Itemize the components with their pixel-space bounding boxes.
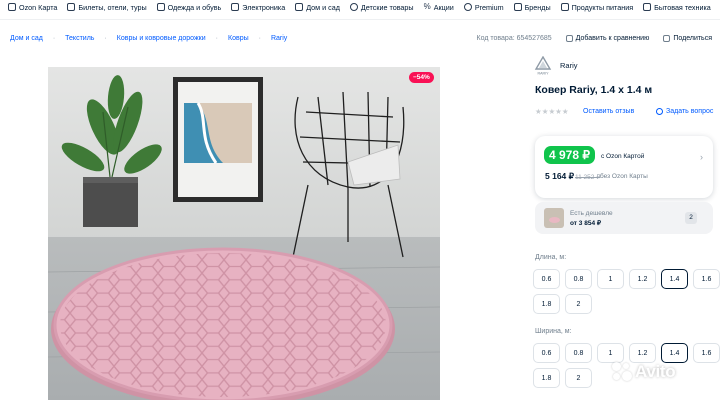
nav-item-clothes[interactable]: Одежда и обувь (156, 3, 221, 12)
length-option[interactable]: 0.8 (565, 269, 592, 289)
ticket-icon (67, 3, 76, 11)
width-option[interactable]: 0.6 (533, 343, 560, 363)
toy-icon (349, 3, 358, 11)
ask-question-link[interactable]: Задать вопрос (656, 108, 713, 115)
nav-item-brands[interactable]: Бренды (513, 3, 551, 12)
premium-icon (463, 3, 472, 11)
width-option[interactable]: 1 (597, 343, 624, 363)
brand-logo-text: RARIY (538, 72, 550, 76)
breadcrumb-separator: · (52, 35, 56, 42)
ozon-card-note: с Ozon Картой (601, 153, 645, 160)
brand-name[interactable]: Rariy (560, 61, 578, 70)
length-options: 0.6 0.8 1 1.2 1.4 1.6 1.8 2 (533, 269, 720, 314)
old-price: 11 252 ₽ (575, 174, 601, 181)
appliance-icon (643, 3, 652, 11)
breadcrumb-item[interactable]: Дом и сад (10, 35, 43, 42)
nav-item-home-garden[interactable]: Дом и сад (295, 3, 340, 12)
nav-item-ozon-card[interactable]: Ozon Карта (8, 3, 57, 12)
breadcrumb-item[interactable]: Ковры (228, 35, 249, 42)
nav-item-tickets[interactable]: Билеты, отели, туры (67, 3, 147, 12)
brand-logo-mark: RARIY (534, 56, 552, 76)
question-icon (656, 108, 663, 115)
width-option[interactable]: 1.4 (661, 343, 688, 363)
shirt-icon (156, 3, 165, 11)
house-icon (295, 3, 304, 11)
length-option[interactable]: 0.6 (533, 269, 560, 289)
width-label: Ширина, м: (535, 328, 572, 335)
breadcrumb: Дом и сад · Текстиль · Ковры и ковровые до… (10, 35, 287, 42)
chevron-right-icon: › (700, 152, 703, 162)
product-title: Ковер Rariy, 1.4 x 1.4 м (535, 84, 653, 96)
breadcrumb-item[interactable]: Текстиль (65, 35, 94, 42)
breadcrumb-separator: · (104, 35, 107, 42)
food-icon (560, 3, 569, 11)
cheaper-offers[interactable]: Есть дешевле от 3 854 ₽ 2 (535, 202, 713, 234)
regular-price: 5 164 ₽ (545, 171, 575, 181)
compare-button[interactable]: Добавить к сравнению (565, 35, 649, 42)
nav-item-sales[interactable]: % Акции (424, 3, 454, 12)
nav-item-food[interactable]: Продукты питания (560, 3, 633, 12)
width-option[interactable]: 1.6 (693, 343, 720, 363)
nav-item-electronics[interactable]: Электроника (231, 3, 285, 12)
breadcrumb-item[interactable]: Ковры и ковровые дорожки (117, 35, 206, 42)
avito-logo-icon (612, 362, 632, 382)
compare-icon (565, 35, 573, 42)
nav-item-appliances[interactable]: Бытовая техника (643, 3, 711, 12)
breadcrumb-separator: · (258, 35, 261, 42)
leave-review-link[interactable]: Оставить отзыв (583, 108, 634, 115)
width-option[interactable]: 2 (565, 368, 592, 388)
rating-stars[interactable]: ★★★★★ (535, 107, 569, 116)
nav-item-premium[interactable]: Premium (463, 3, 504, 12)
nav-item-kids[interactable]: Детские товары (349, 3, 414, 12)
product-image[interactable] (48, 67, 440, 400)
length-label: Длина, м: (535, 254, 567, 261)
percent-icon: % (423, 2, 431, 11)
cheaper-count-badge: 2 (685, 212, 697, 224)
length-option[interactable]: 1.2 (629, 269, 656, 289)
product-meta: Код товара: 654527685 Добавить к сравнен… (477, 35, 712, 42)
breadcrumb-separator: · (215, 35, 218, 42)
regular-price-note: без Ozon Карты (600, 173, 648, 180)
phone-icon (231, 3, 240, 11)
cheaper-price: от 3 854 ₽ (570, 220, 602, 227)
ozon-card-price: 4 978 ₽ (544, 146, 595, 164)
length-option[interactable]: 2 (565, 294, 592, 314)
width-option[interactable]: 1.8 (533, 368, 560, 388)
rug-photo (48, 67, 440, 400)
width-option[interactable]: 1.2 (629, 343, 656, 363)
discount-badge: −54% (409, 72, 434, 83)
width-option[interactable]: 0.8 (565, 343, 592, 363)
length-option[interactable]: 1.4 (661, 269, 688, 289)
avito-watermark-text: Avito (635, 362, 676, 381)
price-card[interactable]: 4 978 ₽ с Ozon Картой 5 164 ₽ 11 252 ₽ б… (535, 136, 713, 198)
avito-watermark: Avito (612, 362, 676, 382)
breadcrumb-item[interactable]: Rariy (271, 35, 287, 42)
length-option[interactable]: 1.8 (533, 294, 560, 314)
length-option[interactable]: 1 (597, 269, 624, 289)
product-code: Код товара: 654527685 (476, 35, 552, 42)
share-icon (663, 35, 671, 42)
category-nav: Ozon Карта Билеты, отели, туры Одежда и … (0, 0, 720, 14)
length-option[interactable]: 1.6 (693, 269, 720, 289)
cheaper-label: Есть дешевле (570, 210, 613, 217)
brand-logo[interactable]: RARIY (533, 56, 553, 76)
share-button[interactable]: Поделиться (663, 35, 712, 42)
card-icon (8, 3, 16, 11)
brand-icon (513, 3, 522, 11)
nav-divider (0, 19, 720, 20)
cheaper-thumbnail (544, 208, 564, 228)
